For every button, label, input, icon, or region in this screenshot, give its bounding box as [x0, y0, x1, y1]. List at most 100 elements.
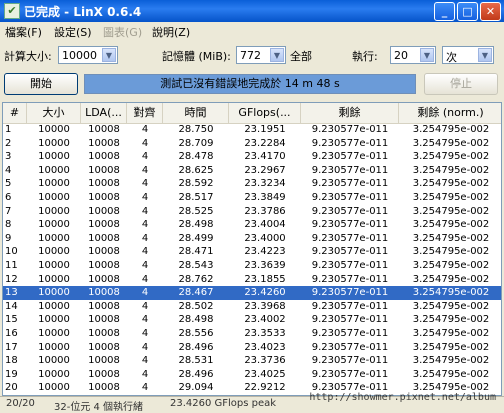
- column-header[interactable]: 剩餘 (norm.): [399, 103, 501, 123]
- maximize-button[interactable]: □: [457, 2, 478, 21]
- table-row[interactable]: 5 10000 10008 4 28.592 23.3234 9.230577e-011 3.…: [3, 177, 501, 191]
- table-row[interactable]: 9 10000 10008 4 28.499 23.4000 9.230577e-011 3.…: [3, 232, 501, 246]
- table-row[interactable]: 7 10000 10008 4 28.525 23.3786 9.230577e-011 3.…: [3, 205, 501, 219]
- peak-gflops: 23.4260 GFlops peak: [170, 398, 277, 409]
- table-row[interactable]: 8 10000 10008 4 28.498 23.4004 9.230577e-011 3.…: [3, 218, 501, 232]
- table-cell: 11: [5, 260, 18, 271]
- table-row[interactable]: 13 10000 10008 4 28.467 23.4260 9.230577e-011 3…: [3, 286, 501, 301]
- table-cell: 10008: [88, 232, 120, 244]
- column-header[interactable]: 大小: [27, 103, 81, 123]
- column-header[interactable]: 對齊: [127, 103, 163, 123]
- minimize-button[interactable]: _: [434, 2, 455, 21]
- table-cell: 7: [5, 205, 12, 217]
- table-cell: 4: [141, 368, 149, 380]
- table-cell: 10000: [38, 164, 70, 176]
- table-cell: 3.254795e-002: [412, 164, 490, 176]
- chevron-down-icon[interactable]: ▼: [420, 48, 434, 62]
- table-row[interactable]: 18 10000 10008 4 28.531 23.3736 9.230577e-011 3…: [3, 354, 501, 368]
- status-bar-progress: 測試已沒有錯誤地完成於 14 m 48 s: [84, 74, 416, 94]
- table-cell: 23.4260: [244, 287, 286, 299]
- table-cell: 4: [5, 164, 12, 176]
- table-cell: 3.254795e-002: [412, 219, 490, 231]
- table-row[interactable]: 10 10000 10008 4 28.471 23.4223 9.230577e-011 3…: [3, 245, 501, 259]
- table-cell: 23.3533: [244, 328, 286, 339]
- table-cell: 10000: [38, 192, 70, 203]
- stop-button[interactable]: 停止: [424, 73, 498, 95]
- table-cell: 9.230577e-011: [311, 246, 389, 258]
- column-header[interactable]: 剩餘: [301, 103, 399, 123]
- table-cell: 4: [141, 246, 149, 258]
- column-header[interactable]: GFlops(...: [229, 103, 301, 123]
- table-row[interactable]: 16 10000 10008 4 28.556 23.3533 9.230577e-011 3…: [3, 327, 501, 341]
- table-cell: 10008: [88, 124, 120, 135]
- menu-file[interactable]: 檔案(F): [5, 24, 42, 40]
- table-row[interactable]: 11 10000 10008 4 28.543 23.3639 9.230577e-011 3…: [3, 259, 501, 273]
- table-row[interactable]: 12 10000 10008 4 28.762 23.1855 9.230577e-011 3…: [3, 273, 501, 287]
- column-header[interactable]: 時間: [163, 103, 229, 123]
- chevron-down-icon[interactable]: ▼: [102, 48, 116, 62]
- menu-settings[interactable]: 設定(S): [54, 24, 92, 40]
- table-cell: 23.2967: [244, 164, 286, 176]
- column-header[interactable]: LDA(...: [81, 103, 127, 123]
- table-cell: 4: [141, 300, 149, 312]
- run-unit-combo[interactable]: 次 ▼: [442, 46, 494, 64]
- table-row[interactable]: 1 10000 10008 4 28.750 23.1951 9.230577e-011 3.…: [3, 123, 501, 137]
- table-cell: 10008: [88, 137, 120, 149]
- table-cell: 3.254795e-002: [412, 205, 490, 217]
- table-cell: 28.543: [178, 260, 214, 271]
- column-header[interactable]: #: [3, 103, 27, 123]
- table-cell: 10000: [38, 246, 70, 258]
- table-cell: 10000: [38, 382, 70, 394]
- table-row[interactable]: 17 10000 10008 4 28.496 23.4023 9.230577e-011 3…: [3, 341, 501, 355]
- table-cell: 10000: [38, 260, 70, 271]
- table-cell: 23.3968: [244, 300, 286, 312]
- table-cell: 10008: [88, 164, 120, 176]
- memory-value: 772: [240, 49, 261, 62]
- table-cell: 10008: [88, 300, 120, 312]
- table-cell: 3.254795e-002: [412, 232, 490, 244]
- check-icon: ✔: [4, 3, 20, 19]
- table-row[interactable]: 15 10000 10008 4 28.498 23.4002 9.230577e-011 3…: [3, 313, 501, 327]
- table-cell: 10008: [88, 219, 120, 231]
- title-bar[interactable]: ✔ 已完成 - LinX 0.6.4 _ □ ✕: [0, 0, 504, 22]
- table-cell: 4: [141, 355, 149, 367]
- chevron-down-icon[interactable]: ▼: [478, 48, 492, 62]
- table-cell: 28.478: [178, 151, 214, 163]
- table-cell: 9.230577e-011: [311, 287, 389, 299]
- table-cell: 4: [141, 192, 149, 203]
- table-cell: 9: [5, 232, 12, 244]
- chevron-down-icon[interactable]: ▼: [270, 48, 284, 62]
- table-cell: 9.230577e-011: [311, 137, 389, 149]
- table-row[interactable]: 19 10000 10008 4 28.496 23.4025 9.230577e-011 3…: [3, 368, 501, 382]
- table-cell: 28.750: [178, 124, 214, 135]
- table-row[interactable]: 14 10000 10008 4 28.502 23.3968 9.230577e-011 3…: [3, 300, 501, 314]
- table-row[interactable]: 3 10000 10008 4 28.478 23.4170 9.230577e-011 3.…: [3, 150, 501, 164]
- table-cell: 3.254795e-002: [412, 151, 490, 163]
- menu-help[interactable]: 說明(Z): [152, 24, 190, 40]
- table-row[interactable]: 6 10000 10008 4 28.517 23.3849 9.230577e-011 3.…: [3, 191, 501, 205]
- table-cell: 3.254795e-002: [412, 273, 490, 285]
- table-cell: 3.254795e-002: [412, 178, 490, 190]
- table-row[interactable]: 2 10000 10008 4 28.709 23.2284 9.230577e-011 3.…: [3, 137, 501, 151]
- menu-graph[interactable]: 圖表(G): [103, 24, 142, 40]
- table-cell: 28.531: [178, 355, 214, 367]
- start-button[interactable]: 開始: [4, 73, 78, 95]
- table-cell: 3.254795e-002: [412, 368, 490, 380]
- table-cell: 23.3234: [244, 178, 286, 190]
- table-cell: 10008: [88, 368, 120, 380]
- table-row[interactable]: 4 10000 10008 4 28.625 23.2967 9.230577e-011 3.…: [3, 164, 501, 178]
- close-button[interactable]: ✕: [480, 2, 501, 21]
- table-cell: 5: [5, 178, 12, 190]
- table-cell: 10008: [88, 341, 120, 353]
- table-cell: 10008: [88, 178, 120, 190]
- memory-combo[interactable]: 772 ▼: [236, 46, 286, 64]
- table-cell: 28.496: [178, 341, 214, 353]
- table-cell: 28.525: [178, 205, 214, 217]
- run-count-combo[interactable]: 20 ▼: [390, 46, 436, 64]
- table-cell: 28.556: [178, 328, 214, 339]
- results-table[interactable]: # 大小 LDA(... 對齊 時間 GFlops(... 剩餘 剩餘 (norm.) 1 10…: [2, 102, 502, 396]
- problem-size-combo[interactable]: 10000 ▼: [58, 46, 118, 64]
- all-label: 全部: [290, 50, 312, 63]
- table-cell: 4: [141, 260, 149, 271]
- table-cell: 4: [141, 232, 149, 244]
